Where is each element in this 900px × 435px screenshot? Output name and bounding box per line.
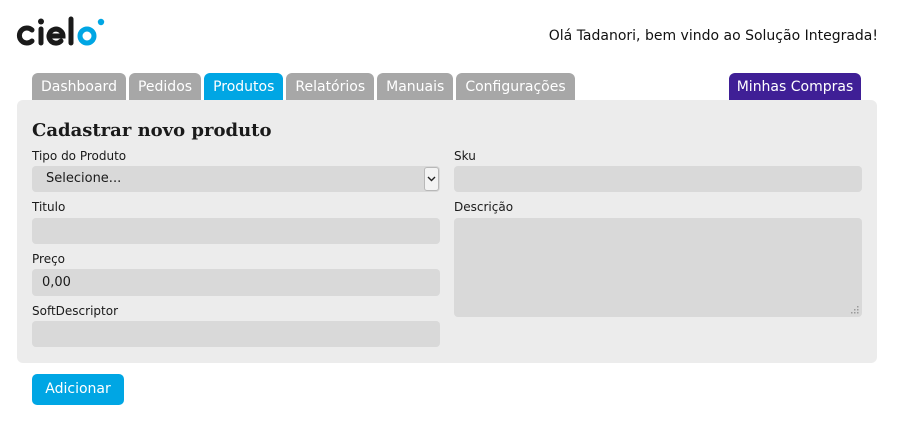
tab-minhas-compras[interactable]: Minhas Compras xyxy=(729,73,861,101)
descricao-label: Descrição xyxy=(454,200,514,214)
greeting-text: Olá Tadanori, bem vindo ao Solução Integ… xyxy=(548,28,878,44)
softdescriptor-field[interactable] xyxy=(32,321,440,347)
tab-manuais[interactable]: Manuais xyxy=(377,73,454,101)
page-title: Cadastrar novo produto xyxy=(32,120,272,141)
titulo-label: Titulo xyxy=(32,200,66,214)
titulo-field[interactable] xyxy=(32,218,440,244)
product-form-panel: Cadastrar novo produto Tipo do Produto S… xyxy=(17,100,877,363)
sku-label: Sku xyxy=(454,149,476,163)
tab-relatorios[interactable]: Relatórios xyxy=(286,73,375,101)
tipo-label: Tipo do Produto xyxy=(32,149,127,163)
tab-dashboard[interactable]: Dashboard xyxy=(32,73,126,101)
sku-field[interactable] xyxy=(454,166,862,192)
tipo-select[interactable]: Selecione... xyxy=(32,166,440,192)
cielo-logo xyxy=(16,16,105,46)
descricao-textarea[interactable] xyxy=(454,218,862,317)
tab-pedidos[interactable]: Pedidos xyxy=(128,73,202,101)
main-nav: Dashboard Pedidos Produtos Relatórios Ma… xyxy=(32,73,575,101)
add-button[interactable]: Adicionar xyxy=(32,374,124,405)
resize-grip-icon[interactable] xyxy=(849,304,859,314)
tab-produtos[interactable]: Produtos xyxy=(204,73,284,101)
softdescriptor-label: SoftDescriptor xyxy=(32,304,119,318)
preco-label: Preço xyxy=(32,252,66,266)
tipo-selected-value: Selecione... xyxy=(46,171,122,186)
preco-field[interactable] xyxy=(32,269,440,296)
tab-configuracoes[interactable]: Configurações xyxy=(456,73,575,101)
chevron-down-icon[interactable] xyxy=(424,167,439,191)
